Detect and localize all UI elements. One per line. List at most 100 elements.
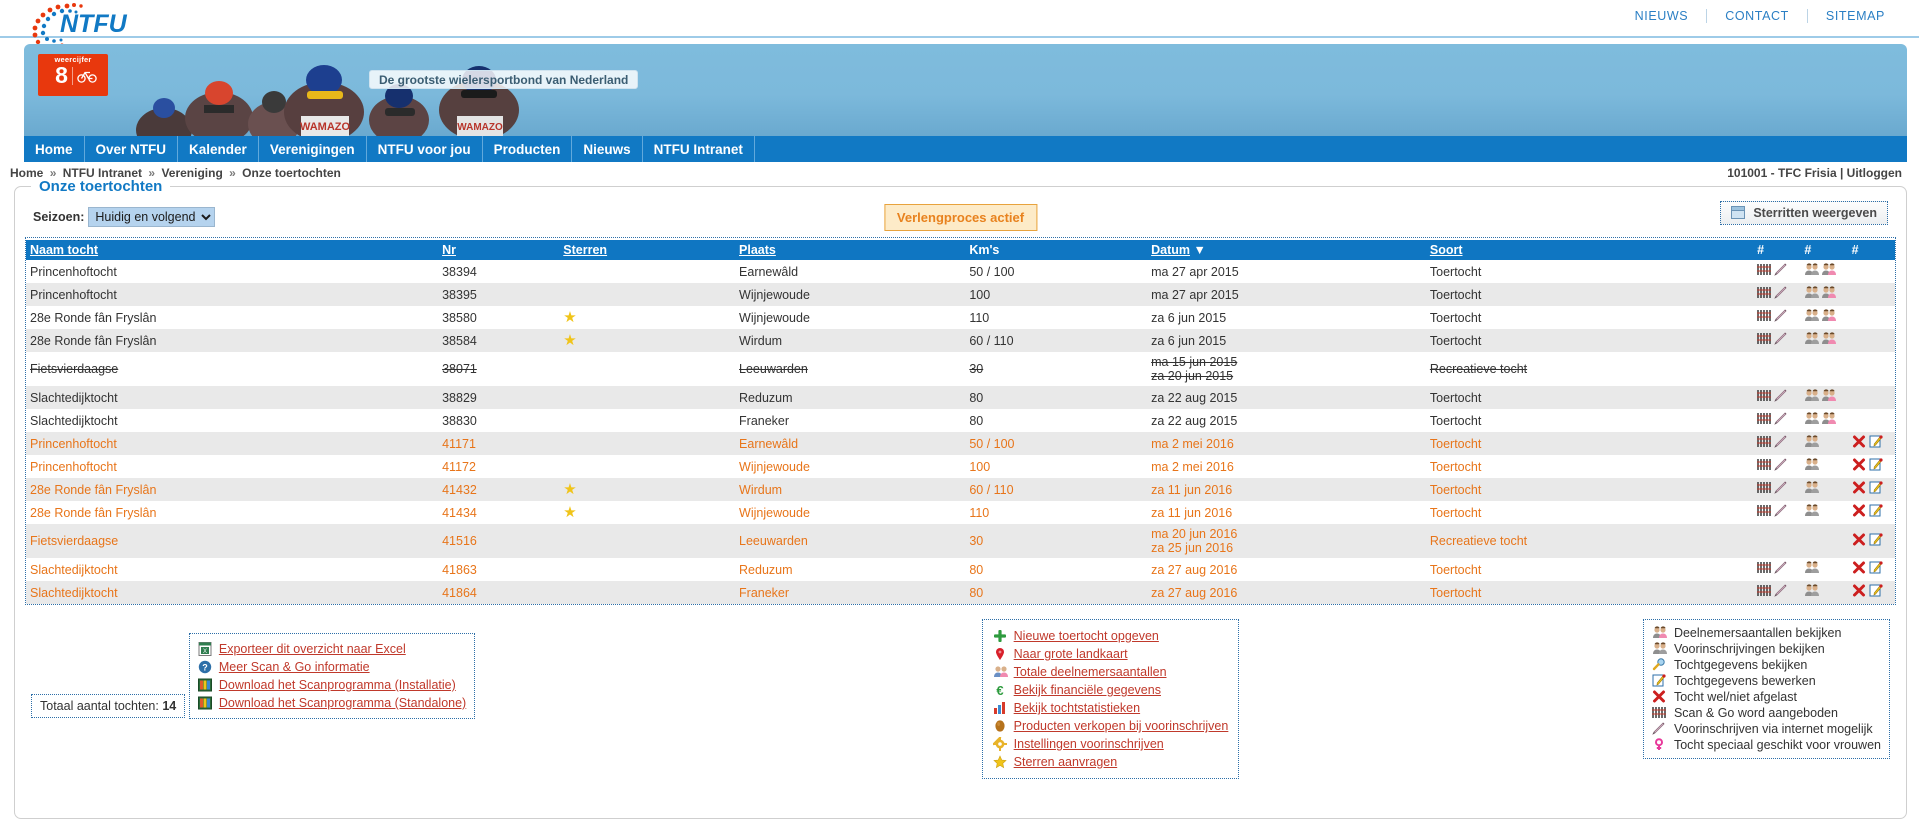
edit-tour-icon[interactable]	[1869, 458, 1883, 475]
view-preregistrations-icon[interactable]	[1804, 309, 1820, 326]
cancel-tour-icon[interactable]	[1852, 584, 1866, 601]
column-header-hash-2[interactable]: #	[1800, 240, 1848, 260]
export-link-label-3[interactable]: Download het Scanprogramma (Standalone)	[219, 696, 466, 710]
column-header-hash-3[interactable]: #	[1847, 240, 1895, 260]
table-row[interactable]: Slachtedijktocht 41863 Reduzum 80 za 27 aug …	[26, 558, 1895, 581]
nav-item-producten[interactable]: Producten	[483, 136, 573, 162]
action-link-4[interactable]: Bekijk tochtstatistieken	[993, 699, 1229, 717]
view-preregistrations-icon[interactable]	[1804, 286, 1820, 303]
view-preregistrations-icon[interactable]	[1804, 458, 1820, 475]
table-row[interactable]: 28e Ronde fân Fryslân 41434 ★ Wijnjewoude 11…	[26, 501, 1895, 524]
export-link-3[interactable]: Download het Scanprogramma (Standalone)	[197, 694, 466, 712]
action-link-7[interactable]: Sterren aanvragen	[992, 753, 1229, 771]
column-header-plaats[interactable]: Plaats	[735, 240, 966, 260]
edit-tour-icon[interactable]	[1869, 561, 1883, 578]
action-link-0[interactable]: Nieuwe toertocht opgeven	[993, 627, 1229, 645]
table-row[interactable]: Princenhoftocht 38395 Wijnjewoude 100 ma 27 …	[26, 283, 1895, 306]
column-header-hash-1[interactable]: #	[1753, 240, 1801, 260]
show-star-rides-button[interactable]: Sterritten weergeven	[1720, 201, 1888, 225]
edit-tour-icon[interactable]	[1869, 532, 1883, 550]
view-preregistrations-icon[interactable]	[1804, 504, 1820, 521]
column-header-nr-label[interactable]: Nr	[442, 243, 456, 257]
view-participants-icon[interactable]	[1821, 309, 1837, 326]
view-preregistrations-icon[interactable]	[1804, 332, 1820, 349]
action-link-6[interactable]: Instellingen voorinschrijven	[992, 735, 1229, 753]
table-row[interactable]: 28e Ronde fân Fryslân 38584 ★ Wirdum 60 / 11…	[26, 329, 1895, 352]
action-link-label-1[interactable]: Naar grote landkaart	[1014, 647, 1128, 661]
column-header-soort-label[interactable]: Soort	[1430, 243, 1463, 257]
table-row[interactable]: Princenhoftocht 41172 Wijnjewoude 100 ma 2 m…	[26, 455, 1895, 478]
table-row[interactable]: Princenhoftocht 38394 Earnewâld 50 / 100 ma …	[26, 260, 1895, 283]
column-header-naam-label[interactable]: Naam tocht	[30, 243, 98, 257]
column-header-soort[interactable]: Soort	[1425, 240, 1754, 260]
action-link-label-7[interactable]: Sterren aanvragen	[1014, 755, 1118, 769]
action-link-1[interactable]: Naar grote landkaart	[993, 645, 1229, 663]
nav-item-verenigingen[interactable]: Verenigingen	[259, 136, 367, 162]
view-preregistrations-icon[interactable]	[1804, 584, 1820, 601]
top-link-contact[interactable]: CONTACT	[1707, 9, 1807, 23]
export-link-1[interactable]: ? Meer Scan & Go informatie	[198, 658, 466, 676]
column-header-sterren-label[interactable]: Sterren	[563, 243, 607, 257]
view-participants-icon[interactable]	[1821, 263, 1837, 280]
cancel-tour-icon[interactable]	[1852, 458, 1866, 475]
sort-desc-icon[interactable]: ▼	[1194, 243, 1206, 257]
action-link-label-2[interactable]: Totale deelnemersaantallen	[1014, 665, 1167, 679]
edit-tour-icon[interactable]	[1869, 504, 1883, 521]
edit-tour-icon[interactable]	[1869, 584, 1883, 601]
table-row[interactable]: Fietsvierdaagse 38071 Leeuwarden 30 ma 15 ju…	[26, 352, 1895, 386]
top-link-nieuws[interactable]: NIEUWS	[1617, 9, 1707, 23]
cancel-tour-icon[interactable]	[1852, 504, 1866, 521]
edit-tour-icon[interactable]	[1869, 435, 1883, 452]
breadcrumb-item-vereniging[interactable]: Vereniging	[161, 166, 222, 180]
action-link-2[interactable]: Totale deelnemersaantallen	[993, 663, 1229, 681]
nav-item-over-ntfu[interactable]: Over NTFU	[85, 136, 179, 162]
nav-item-kalender[interactable]: Kalender	[178, 136, 259, 162]
column-header-datum-label[interactable]: Datum	[1151, 243, 1190, 257]
view-participants-icon[interactable]	[1821, 332, 1837, 349]
table-row[interactable]: Slachtedijktocht 38829 Reduzum 80 za 22 aug …	[26, 386, 1895, 409]
edit-tour-icon[interactable]	[1869, 481, 1883, 498]
top-link-sitemap[interactable]: SITEMAP	[1808, 9, 1903, 23]
table-row[interactable]: Fietsvierdaagse 41516 Leeuwarden 30 ma 20 ju…	[26, 524, 1895, 558]
column-header-sterren[interactable]: Sterren	[559, 240, 736, 260]
column-header-plaats-label[interactable]: Plaats	[739, 243, 776, 257]
view-participants-icon[interactable]	[1821, 389, 1837, 406]
table-row[interactable]: Slachtedijktocht 38830 Franeker 80 za 22 aug…	[26, 409, 1895, 432]
action-link-label-4[interactable]: Bekijk tochtstatistieken	[1014, 701, 1140, 715]
cancel-tour-icon[interactable]	[1852, 533, 1866, 550]
view-preregistrations-icon[interactable]	[1804, 389, 1820, 406]
table-row[interactable]: Slachtedijktocht 41864 Franeker 80 za 27 aug…	[26, 581, 1895, 604]
action-link-label-5[interactable]: Producten verkopen bij voorinschrijven	[1014, 719, 1229, 733]
logout-link[interactable]: Uitloggen	[1847, 166, 1902, 180]
export-link-2[interactable]: Download het Scanprogramma (Installatie)	[197, 676, 466, 694]
cancel-tour-icon[interactable]	[1852, 561, 1866, 578]
export-link-label-2[interactable]: Download het Scanprogramma (Installatie)	[219, 678, 456, 692]
action-link-label-0[interactable]: Nieuwe toertocht opgeven	[1014, 629, 1159, 643]
table-row[interactable]: 28e Ronde fân Fryslân 41432 ★ Wirdum 60 / 11…	[26, 478, 1895, 501]
ntfu-logo[interactable]: NTFU	[24, 2, 159, 48]
cancel-tour-icon[interactable]	[1852, 435, 1866, 452]
column-header-datum[interactable]: Datum ▼	[1147, 240, 1426, 260]
view-preregistrations-icon[interactable]	[1804, 263, 1820, 280]
view-preregistrations-icon[interactable]	[1804, 561, 1820, 578]
table-row[interactable]: 28e Ronde fân Fryslân 38580 ★ Wijnjewoude 11…	[26, 306, 1895, 329]
view-participants-icon[interactable]	[1821, 412, 1837, 429]
nav-item-home[interactable]: Home	[24, 136, 85, 162]
column-header-nr[interactable]: Nr	[438, 240, 560, 260]
view-preregistrations-icon[interactable]	[1804, 435, 1820, 452]
export-link-0[interactable]: X Exporteer dit overzicht naar Excel	[198, 640, 466, 658]
nav-item-nieuws[interactable]: Nieuws	[572, 136, 643, 162]
cancel-tour-icon[interactable]	[1852, 481, 1866, 498]
column-header-naam[interactable]: Naam tocht	[26, 240, 439, 260]
action-link-3[interactable]: € Bekijk financiële gegevens	[993, 681, 1229, 699]
export-link-label-0[interactable]: Exporteer dit overzicht naar Excel	[219, 642, 406, 656]
action-link-label-6[interactable]: Instellingen voorinschrijven	[1014, 737, 1164, 751]
view-preregistrations-icon[interactable]	[1804, 481, 1820, 498]
column-header-km[interactable]: Km's	[965, 240, 1148, 260]
action-link-label-3[interactable]: Bekijk financiële gegevens	[1014, 683, 1161, 697]
view-participants-icon[interactable]	[1821, 286, 1837, 303]
table-row[interactable]: Princenhoftocht 41171 Earnewâld 50 / 100 ma …	[26, 432, 1895, 455]
season-select[interactable]: Huidig en volgend	[88, 207, 216, 227]
nav-item-ntfu-intranet[interactable]: NTFU Intranet	[643, 136, 755, 162]
action-link-5[interactable]: Producten verkopen bij voorinschrijven	[993, 717, 1229, 735]
